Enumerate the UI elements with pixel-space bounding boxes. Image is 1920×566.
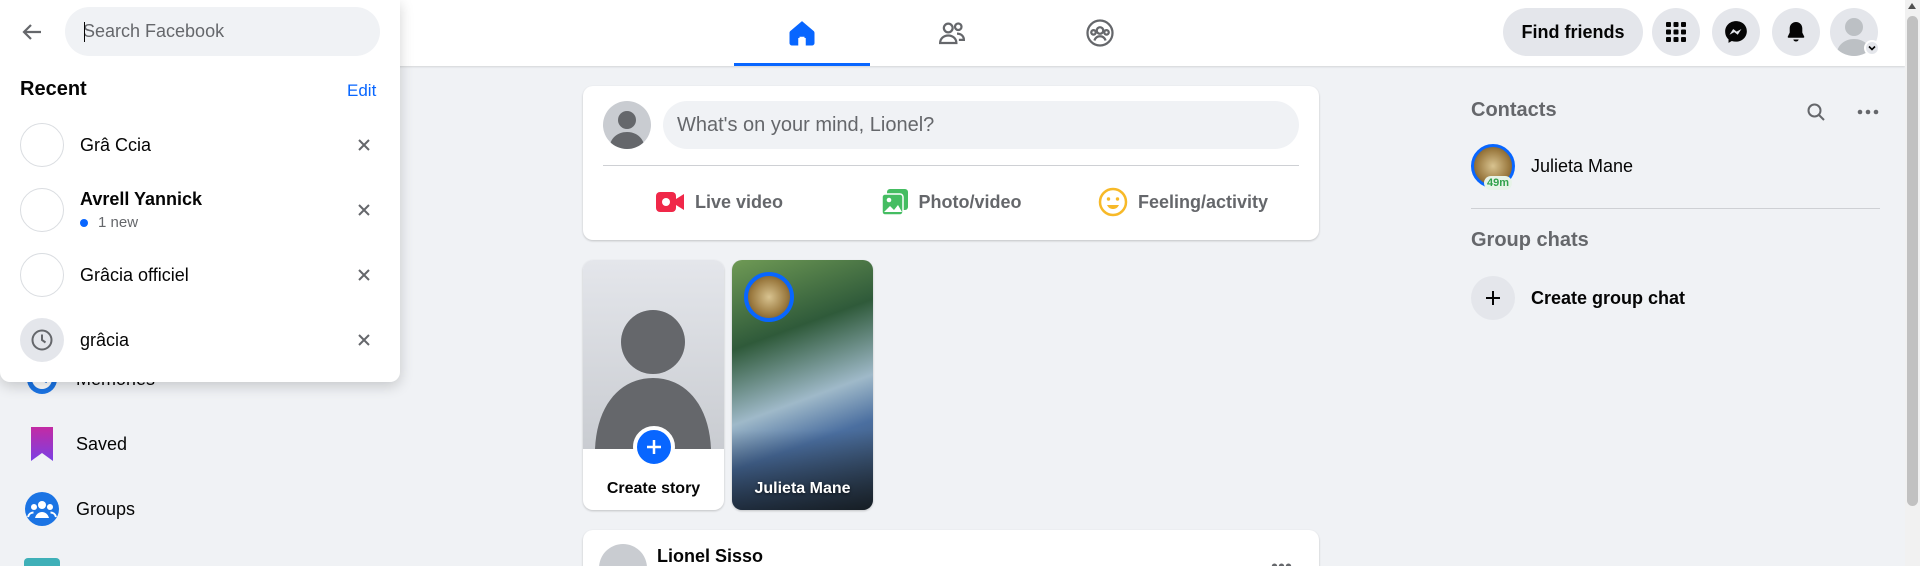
edit-recent-link[interactable]: Edit bbox=[347, 81, 376, 101]
notifications-button[interactable] bbox=[1772, 8, 1820, 56]
story-author-name: Julieta Mane bbox=[754, 480, 851, 497]
avatar bbox=[20, 188, 64, 232]
close-icon bbox=[358, 269, 370, 281]
live-video-icon bbox=[655, 189, 685, 215]
recent-search-name: grâcia bbox=[80, 329, 130, 350]
home-icon bbox=[789, 21, 815, 46]
remove-recent-button[interactable] bbox=[352, 133, 376, 157]
create-group-chat-label: Create group chat bbox=[1531, 287, 1686, 308]
recent-search-item[interactable]: Grâcia officiel bbox=[8, 243, 392, 307]
avatar-icon bbox=[609, 111, 645, 149]
sidebar-item-label: Saved bbox=[76, 433, 128, 454]
plus-icon bbox=[1471, 276, 1515, 320]
avatar-placeholder-icon bbox=[595, 310, 711, 449]
messenger-icon bbox=[1725, 21, 1747, 43]
photo-video-button[interactable]: Photo/video bbox=[835, 178, 1067, 226]
more-options-icon bbox=[1857, 109, 1879, 115]
plus-icon bbox=[647, 440, 661, 454]
feeling-icon bbox=[1098, 187, 1128, 217]
text-cursor bbox=[84, 22, 85, 42]
remove-recent-button[interactable] bbox=[352, 263, 376, 287]
whats-on-your-mind-input[interactable]: What's on your mind, Lionel? bbox=[663, 101, 1299, 149]
create-story-card[interactable]: Create story bbox=[583, 260, 724, 510]
contacts-search-button[interactable] bbox=[1800, 96, 1832, 128]
post-author-name[interactable]: Lionel Sisso bbox=[657, 546, 763, 566]
divider bbox=[1471, 208, 1880, 209]
recent-heading: Recent bbox=[20, 78, 87, 100]
contact-name: Julieta Mane bbox=[1531, 155, 1634, 176]
avatar[interactable] bbox=[603, 101, 651, 149]
create-story-image bbox=[583, 260, 724, 449]
feeling-activity-button[interactable]: Feeling/activity bbox=[1067, 178, 1299, 226]
sidebar-item-groups[interactable]: Groups bbox=[16, 481, 135, 537]
recent-search-name: Grâ Ccia bbox=[80, 134, 152, 155]
sidebar-item-saved[interactable]: Saved bbox=[16, 416, 127, 472]
recent-search-name: Avrell Yannick bbox=[80, 189, 203, 209]
avatar[interactable] bbox=[599, 544, 647, 566]
recent-search-name: Grâcia officiel bbox=[80, 264, 189, 285]
group-chats-heading: Group chats bbox=[1471, 229, 1589, 251]
saved-icon bbox=[24, 426, 60, 462]
tab-groups[interactable] bbox=[1032, 0, 1168, 66]
sidebar-item-partial-icon bbox=[24, 558, 60, 566]
avatar bbox=[20, 253, 64, 297]
post-composer: What's on your mind, Lionel? Live video … bbox=[583, 86, 1319, 240]
last-active-badge: 49m bbox=[1484, 176, 1513, 190]
search-icon bbox=[1807, 103, 1825, 121]
page-scrollbar[interactable] bbox=[1905, 0, 1920, 566]
groups-icon bbox=[24, 491, 60, 527]
groups-icon bbox=[1086, 19, 1114, 47]
menu-button[interactable] bbox=[1652, 8, 1700, 56]
unread-dot bbox=[80, 218, 88, 227]
story-shade bbox=[732, 430, 873, 510]
recent-search-item[interactable]: grâcia bbox=[8, 308, 392, 372]
back-arrow-icon bbox=[22, 24, 41, 40]
live-video-label: Live video bbox=[694, 191, 784, 212]
search-input[interactable] bbox=[65, 7, 380, 56]
divider bbox=[603, 165, 1299, 166]
sidebar-item-label: Groups bbox=[76, 498, 136, 519]
contacts-options-button[interactable] bbox=[1852, 96, 1884, 128]
photo-video-icon bbox=[880, 188, 909, 216]
tab-home[interactable] bbox=[734, 0, 870, 66]
new-count-label: 1 new bbox=[98, 214, 139, 231]
messenger-button[interactable] bbox=[1712, 8, 1760, 56]
menu-grid-icon bbox=[1666, 22, 1686, 42]
contacts-heading: Contacts bbox=[1471, 99, 1557, 121]
create-story-label: Create story bbox=[606, 480, 701, 497]
story-card[interactable]: Julieta Mane bbox=[732, 260, 873, 510]
friends-icon bbox=[938, 22, 966, 45]
create-story-plus-button[interactable] bbox=[633, 426, 675, 468]
remove-recent-button[interactable] bbox=[352, 198, 376, 222]
back-button[interactable] bbox=[12, 12, 52, 52]
find-friends-button[interactable]: Find friends bbox=[1503, 8, 1643, 56]
photo-video-label: Photo/video bbox=[918, 191, 1022, 212]
recent-search-item[interactable]: Avrell Yannick 1 new bbox=[8, 178, 392, 242]
close-icon bbox=[358, 139, 370, 151]
scroll-up-arrow-icon[interactable] bbox=[1908, 3, 1916, 9]
live-video-button[interactable]: Live video bbox=[603, 178, 835, 226]
close-icon bbox=[358, 204, 370, 216]
create-group-chat-button[interactable]: Create group chat bbox=[1463, 270, 1883, 326]
history-icon-wrap bbox=[20, 318, 64, 362]
story-avatar bbox=[744, 272, 794, 322]
notifications-icon bbox=[1787, 22, 1805, 42]
tab-friends[interactable] bbox=[884, 0, 1020, 66]
recent-search-item[interactable]: Grâ Ccia bbox=[8, 113, 392, 177]
avatar: 49m bbox=[1471, 144, 1515, 190]
remove-recent-button[interactable] bbox=[352, 328, 376, 352]
contact-item[interactable]: 49m Julieta Mane bbox=[1463, 138, 1883, 194]
search-dropdown: Recent Edit Grâ Ccia Avrell Yannick 1 ne… bbox=[0, 0, 400, 382]
scrollbar-thumb[interactable] bbox=[1907, 16, 1918, 506]
avatar bbox=[20, 123, 64, 167]
close-icon bbox=[358, 334, 370, 346]
feeling-activity-label: Feeling/activity bbox=[1137, 191, 1269, 212]
more-options-icon[interactable]: ••• bbox=[1271, 556, 1292, 566]
account-caret[interactable] bbox=[1864, 40, 1880, 56]
feed-post: Lionel Sisso ••• bbox=[583, 530, 1319, 566]
chevron-down-icon bbox=[1868, 45, 1876, 51]
clock-icon bbox=[31, 329, 53, 351]
